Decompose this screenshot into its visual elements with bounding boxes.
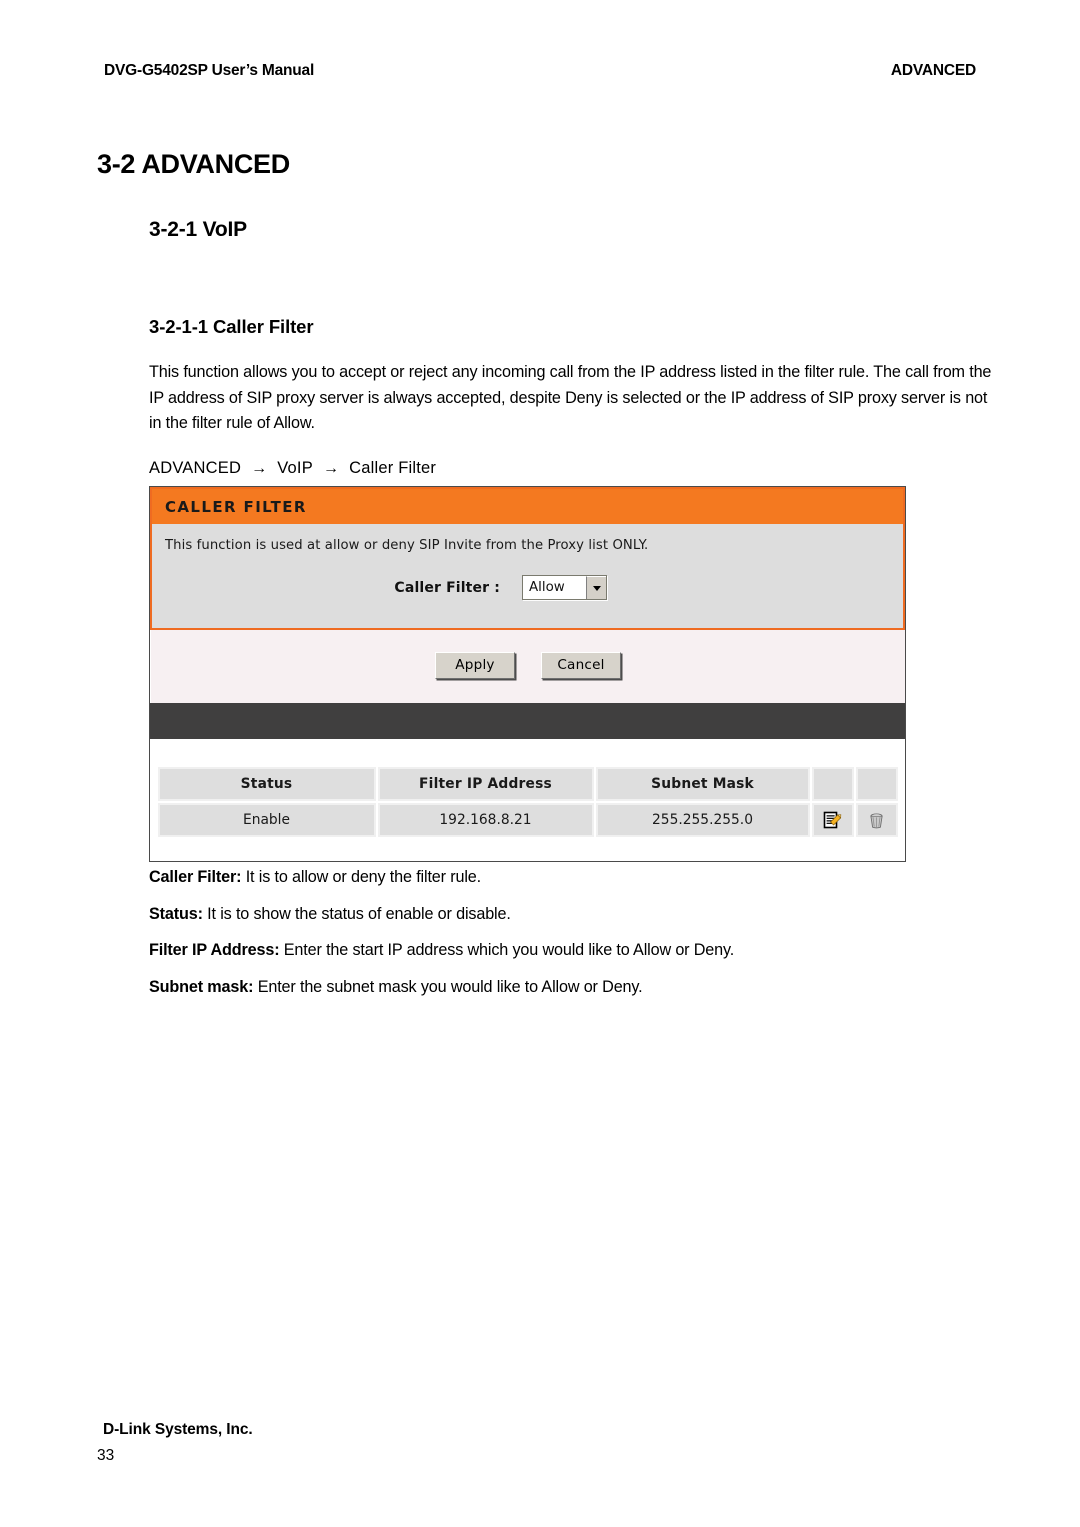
definition-term: Caller Filter: <box>149 868 242 886</box>
panel-body: This function is used at allow or deny S… <box>150 524 905 630</box>
definition-term: Status: <box>149 904 203 923</box>
panel-button-strip: Apply Cancel <box>150 630 905 703</box>
definition-status: Status: It is to show the status of enab… <box>149 905 999 924</box>
delete-rule-button[interactable] <box>855 803 898 837</box>
cancel-button[interactable]: Cancel <box>541 652 621 679</box>
intro-paragraph: This function allows you to accept or re… <box>149 363 992 432</box>
breadcrumb-item-voip: VoIP <box>277 459 313 477</box>
column-header-edit <box>811 767 854 801</box>
definition-list: Caller Filter: It is to allow or deny th… <box>149 868 999 1014</box>
definition-filter-ip-address: Filter IP Address: Enter the start IP ad… <box>149 941 999 960</box>
breadcrumb: ADVANCED → VoIP → Caller Filter <box>149 459 436 478</box>
cell-status: Enable <box>157 803 376 837</box>
definition-text: Enter the start IP address which you wou… <box>279 941 735 959</box>
filter-rule-table: Status Filter IP Address Subnet Mask Ena… <box>156 765 900 839</box>
column-header-filter-ip-address: Filter IP Address <box>377 767 594 801</box>
arrow-right-icon: → <box>322 459 340 477</box>
column-header-subnet-mask: Subnet Mask <box>595 767 810 801</box>
definition-term: Filter IP Address: <box>149 941 280 959</box>
definition-caller-filter: Caller Filter: It is to allow or deny th… <box>149 868 999 887</box>
footer-company: D-Link Systems, Inc. <box>103 1421 253 1438</box>
filter-rule-table-area: Status Filter IP Address Subnet Mask Ena… <box>150 739 905 861</box>
column-header-status: Status <box>157 767 376 801</box>
chevron-down-icon[interactable] <box>586 576 606 599</box>
caller-filter-label: Caller Filter : <box>394 579 500 596</box>
running-head-left: DVG-G5402SP User’s Manual <box>104 62 315 79</box>
caller-filter-select-value: Allow <box>523 576 586 599</box>
trash-icon <box>858 809 896 831</box>
column-header-delete <box>855 767 898 801</box>
panel-title: CALLER FILTER <box>150 487 905 524</box>
running-head-right: ADVANCED <box>890 62 976 79</box>
edit-icon <box>814 809 852 831</box>
panel-description: This function is used at allow or deny S… <box>165 538 649 553</box>
caller-filter-field-row: Caller Filter : Allow <box>152 553 903 628</box>
arrow-right-icon: → <box>251 459 268 477</box>
table-header-row: Status Filter IP Address Subnet Mask <box>157 767 898 801</box>
definition-text: Enter the subnet mask you would like to … <box>253 977 643 996</box>
cell-filter-ip-address: 192.168.8.21 <box>377 803 594 837</box>
caller-filter-panel: CALLER FILTER This function is used at a… <box>149 486 906 862</box>
breadcrumb-item-advanced: ADVANCED <box>149 459 242 477</box>
edit-rule-button[interactable] <box>811 803 854 837</box>
panel-dark-divider <box>150 703 905 739</box>
definition-text: It is to allow or deny the filter rule. <box>241 868 481 886</box>
section-heading-2: 3-2-1 VoIP <box>149 218 247 241</box>
definition-term: Subnet mask: <box>149 977 254 996</box>
running-head: DVG-G5402SP User’s Manual ADVANCED <box>104 62 976 80</box>
section-heading-1: 3-2 ADVANCED <box>97 149 290 179</box>
table-row: Enable 192.168.8.21 255.255.255.0 <box>157 803 898 837</box>
definition-subnet-mask: Subnet mask: Enter the subnet mask you w… <box>149 978 999 997</box>
definition-text: It is to show the status of enable or di… <box>202 904 511 923</box>
caller-filter-select[interactable]: Allow <box>522 575 607 600</box>
breadcrumb-item-caller-filter: Caller Filter <box>349 459 437 477</box>
apply-button[interactable]: Apply <box>435 652 515 679</box>
section-heading-3: 3-2-1-1 Caller Filter <box>149 316 314 337</box>
footer-page-number: 33 <box>97 1447 115 1464</box>
cell-subnet-mask: 255.255.255.0 <box>595 803 810 837</box>
